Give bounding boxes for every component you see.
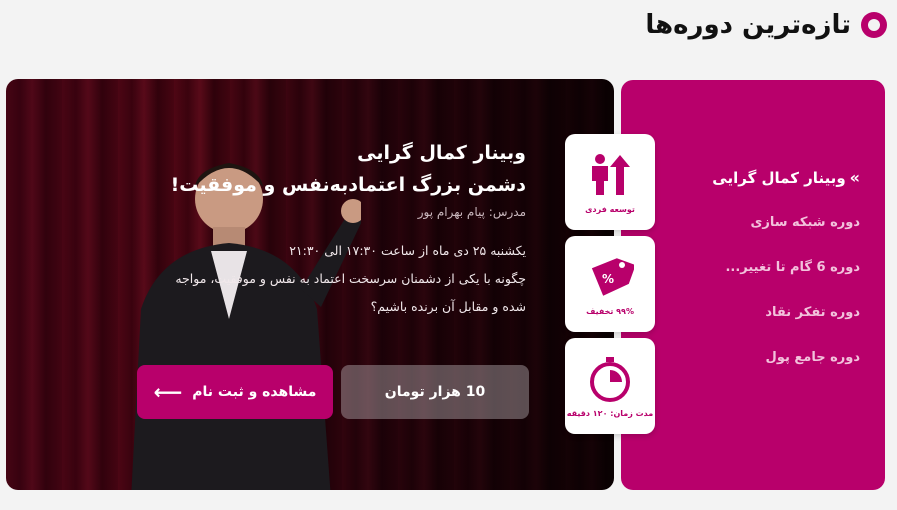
course-nav-panel: » وبینار کمال گرایی دوره شبکه سازی دوره … [621,80,885,490]
double-chevron-icon: » [849,168,860,187]
svg-text:%: % [602,272,614,286]
hero-title-line1: وبینار کمال گرایی [357,142,526,164]
badge-label: ۹۹% تخفیف [586,306,634,316]
hero-description: یکشنبه ۲۵ دی ماه از ساعت ۱۷:۳۰ الی ۲۱:۳۰… [66,237,526,321]
nav-item-label: دوره شبکه سازی [750,215,860,230]
badge-duration: مدت زمان: ۱۲۰ دقیقه [565,338,655,434]
arrow-left-icon: ⟵ [153,380,183,404]
hero-title-line2: دشمن بزرگ اعتمادبه‌نفس و موفقیت! [170,174,526,196]
badge-discount: % ۹۹% تخفیف [565,236,655,332]
price-label: 10 هزار تومان [384,384,486,400]
nav-item-six-steps-course[interactable]: دوره 6 گام تا تغییر... [641,245,860,290]
section-title: تازه‌ترین دوره‌ها [645,10,851,40]
badge-label: توسعه فردی [585,204,635,214]
view-and-register-button[interactable]: مشاهده و ثبت نام ⟵ [137,365,333,419]
hero-instructor: مدرس: پیام بهرام پور [417,205,526,219]
nav-item-label: وبینار کمال گرایی [712,168,846,187]
hero-text-block: وبینار کمال گرایی دشمن بزرگ اعتمادبه‌نفس… [66,137,526,321]
nav-item-networking-course[interactable]: دوره شبکه سازی [641,200,860,245]
growth-icon [592,153,630,195]
nav-item-label: دوره جامع پول [765,350,860,365]
badge-label: مدت زمان: ۱۲۰ دقیقه [566,408,654,418]
nav-item-label: دوره 6 گام تا تغییر... [725,260,860,275]
hero-schedule: یکشنبه ۲۵ دی ماه از ساعت ۱۷:۳۰ الی ۲۱:۳۰ [289,243,526,258]
title-bullet-icon [861,12,887,38]
price-button[interactable]: 10 هزار تومان [341,365,529,419]
course-hero-card: وبینار کمال گرایی دشمن بزرگ اعتمادبه‌نفس… [6,79,614,490]
register-label: مشاهده و ثبت نام [192,384,317,400]
discount-tag-icon: % [591,257,634,296]
hero-desc-line: شده و مقابل آن برنده باشیم؟ [370,299,526,314]
badge-personal-growth: توسعه فردی [565,134,655,230]
nav-item-critical-thinking-course[interactable]: دوره تفکر نقاد [641,290,860,335]
nav-item-perfectionism-webinar[interactable]: » وبینار کمال گرایی [641,155,860,200]
nav-item-label: دوره تفکر نقاد [765,305,860,320]
course-nav-list: » وبینار کمال گرایی دوره شبکه سازی دوره … [641,155,860,380]
hero-desc-line: چگونه با یکی از دشمنان سرسخت اعتماد به ن… [175,271,526,286]
stopwatch-icon [590,356,630,402]
section-header: تازه‌ترین دوره‌ها [645,10,887,40]
nav-item-money-course[interactable]: دوره جامع پول [641,335,860,380]
